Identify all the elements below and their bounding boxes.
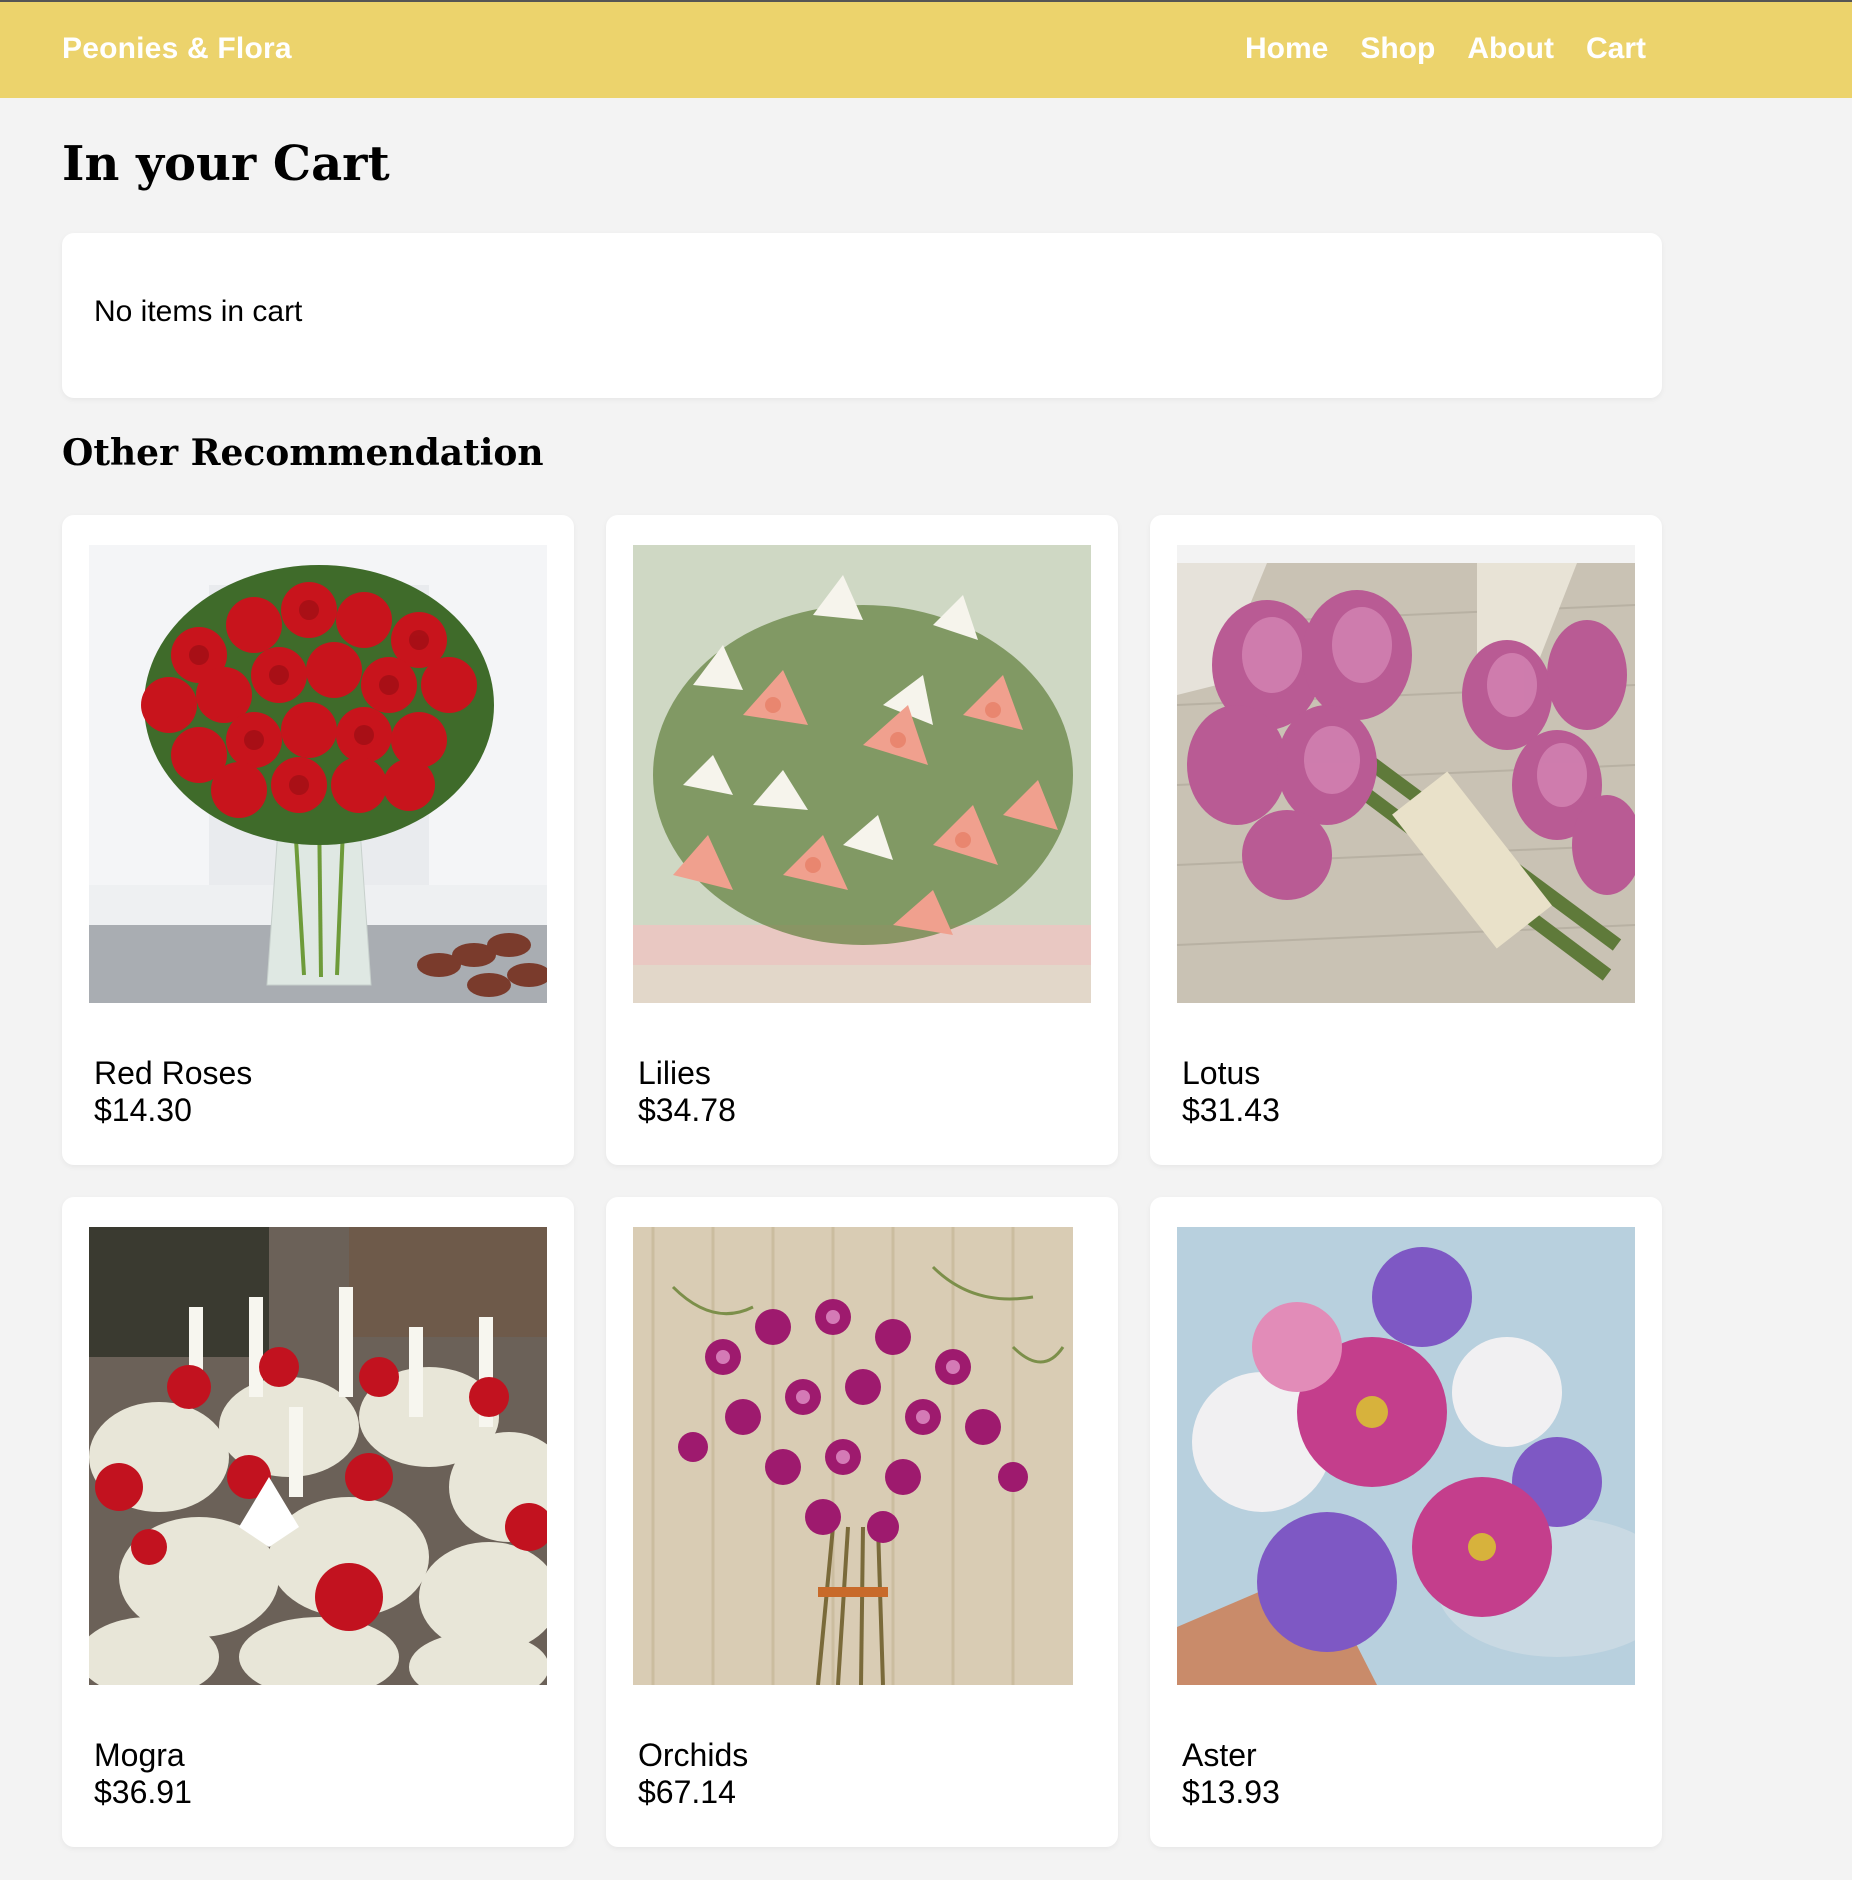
product-price: $31.43 — [1182, 1092, 1280, 1128]
product-name: Red Roses — [94, 1055, 253, 1091]
product-image-lilies[interactable] — [633, 545, 1091, 1003]
nav-links: Home Shop About Cart — [1245, 32, 1646, 66]
recommendations-title: Other Recommendation — [62, 432, 544, 474]
product-price: $67.14 — [638, 1774, 736, 1810]
product-card-orchids[interactable]: Orchids $67.14 — [606, 1197, 1118, 1847]
product-price: $14.30 — [94, 1092, 192, 1128]
nav-link-home[interactable]: Home — [1245, 32, 1328, 66]
product-image-orchids[interactable] — [633, 1227, 1091, 1685]
product-name: Lotus — [1182, 1055, 1261, 1091]
product-card-aster[interactable]: Aster $13.93 — [1150, 1197, 1662, 1847]
cart-empty-message: No items in cart — [94, 295, 303, 328]
brand-logo-link[interactable]: Peonies & Flora — [62, 32, 292, 66]
product-card-lilies[interactable]: Lilies $34.78 — [606, 515, 1118, 1165]
product-name: Lilies — [638, 1055, 711, 1091]
navbar: Peonies & Flora Home Shop About Cart — [0, 2, 1852, 98]
nav-link-shop[interactable]: Shop — [1360, 32, 1435, 66]
product-price: $13.93 — [1182, 1774, 1280, 1810]
cart-panel: No items in cart — [62, 233, 1662, 398]
product-card-lotus[interactable]: Lotus $31.43 — [1150, 515, 1662, 1165]
nav-link-cart[interactable]: Cart — [1586, 32, 1646, 66]
product-price: $36.91 — [94, 1774, 192, 1810]
product-image-aster[interactable] — [1177, 1227, 1635, 1685]
product-name: Aster — [1182, 1737, 1257, 1773]
nav-link-about[interactable]: About — [1467, 32, 1554, 66]
product-name: Mogra — [94, 1737, 185, 1773]
page-title: In your Cart — [62, 136, 390, 192]
product-name: Orchids — [638, 1737, 749, 1773]
product-card-red-roses[interactable]: Red Roses $14.30 — [62, 515, 574, 1165]
product-image-lotus[interactable] — [1177, 545, 1635, 1003]
product-image-mogra[interactable] — [89, 1227, 547, 1685]
product-card-mogra[interactable]: Mogra $36.91 — [62, 1197, 574, 1847]
product-image-red-roses[interactable] — [89, 545, 547, 1003]
product-price: $34.78 — [638, 1092, 736, 1128]
